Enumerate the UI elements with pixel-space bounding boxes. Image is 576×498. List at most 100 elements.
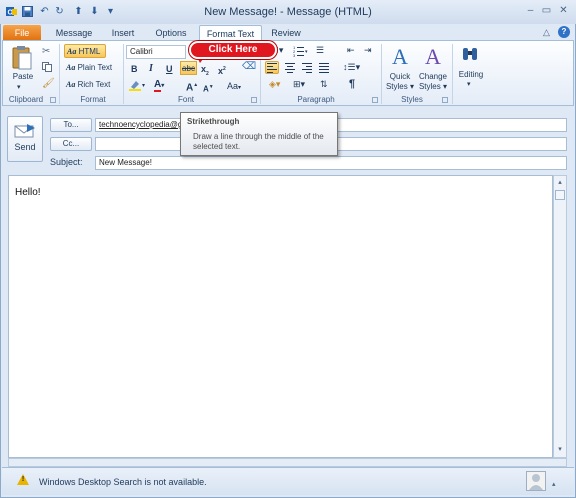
change-styles-label2: Styles xyxy=(418,82,441,91)
cc-button[interactable]: Cc... xyxy=(50,137,92,151)
send-label: Send xyxy=(14,142,36,152)
people-pane-avatar[interactable] xyxy=(526,471,546,491)
message-body[interactable] xyxy=(8,175,553,458)
borders-icon[interactable]: ⊞▾ xyxy=(293,79,311,91)
aa-icon: Aa xyxy=(66,80,76,89)
click-here-callout: Click Here xyxy=(189,41,277,59)
ribbon-minimize-icon[interactable]: △ xyxy=(543,27,553,38)
svg-text:▾: ▾ xyxy=(142,83,145,89)
group-separator xyxy=(452,44,453,104)
close-icon[interactable]: ✕ xyxy=(557,6,570,17)
warning-mark: ! xyxy=(21,476,25,483)
tab-file[interactable]: File xyxy=(3,25,41,41)
copy-icon[interactable] xyxy=(42,62,52,72)
minimize-icon[interactable]: – xyxy=(524,6,537,17)
clipboard-launcher-icon[interactable] xyxy=(50,97,56,103)
status-text: Windows Desktop Search is not available. xyxy=(39,477,207,487)
tab-message[interactable]: Message xyxy=(51,25,97,41)
align-right-icon[interactable] xyxy=(301,62,313,73)
paste-dropdown-icon[interactable]: ▾ xyxy=(17,83,21,91)
format-group-label: Format xyxy=(80,95,106,104)
scroll-down-icon[interactable]: ▾ xyxy=(555,445,565,455)
increase-indent-icon[interactable]: ⇥ xyxy=(364,45,378,57)
group-separator xyxy=(123,44,124,104)
underline-button[interactable]: U xyxy=(166,62,176,76)
tab-review[interactable]: Review xyxy=(267,25,305,41)
grow-font-button[interactable]: A▲ xyxy=(186,78,198,93)
maximize-icon[interactable]: ▭ xyxy=(540,6,553,17)
window-title: New Message! - Message (HTML) xyxy=(204,6,372,18)
tab-insert[interactable]: Insert xyxy=(104,25,142,41)
horizontal-scrollbar[interactable] xyxy=(8,458,567,467)
quick-styles-label: Quick xyxy=(389,72,411,81)
multilevel-list-icon[interactable]: ☰ xyxy=(316,45,330,57)
decrease-indent-icon[interactable]: ⇤ xyxy=(347,45,361,57)
styles-group-label: Styles xyxy=(401,95,423,104)
paste-icon[interactable] xyxy=(12,45,32,71)
subscript-button[interactable]: x2 xyxy=(201,62,211,77)
group-separator xyxy=(59,44,60,104)
show-formatting-button[interactable]: ¶ xyxy=(349,78,359,90)
to-button[interactable]: To... xyxy=(50,118,92,132)
help-icon[interactable]: ? xyxy=(558,26,570,38)
shrink-font-button[interactable]: A▼ xyxy=(203,80,214,94)
justify-icon[interactable] xyxy=(318,62,330,73)
quick-styles-icon[interactable]: A xyxy=(388,44,412,70)
sort-icon[interactable]: ⇅ xyxy=(320,79,332,91)
paragraph-group-label: Paragraph xyxy=(297,95,335,104)
change-styles-icon[interactable]: A xyxy=(420,44,446,70)
clear-formatting-icon[interactable]: ⌫ xyxy=(242,61,256,73)
tab-format-text[interactable]: Format Text xyxy=(199,25,262,41)
superscript-button[interactable]: x2 xyxy=(218,62,228,76)
font-group-label: Font xyxy=(177,95,194,104)
binoculars-icon[interactable] xyxy=(462,46,478,62)
shading-icon[interactable]: ◈▾ xyxy=(269,79,287,91)
tab-options[interactable]: Options xyxy=(150,25,192,41)
plain-text-button[interactable]: Aa Plain Text xyxy=(66,61,122,75)
html-label: HTML xyxy=(78,47,101,56)
numbering-icon[interactable]: 1 2 3 ▾ xyxy=(293,45,309,58)
scroll-up-icon[interactable]: ▴ xyxy=(555,178,565,188)
quick-styles-button[interactable]: Quick Styles ▾ xyxy=(384,72,416,92)
align-center-icon[interactable] xyxy=(284,62,296,73)
send-button[interactable]: Send xyxy=(7,116,43,162)
change-case-button[interactable]: Aa▾ xyxy=(227,79,247,93)
tooltip-body: Draw a line through the middle of the se… xyxy=(193,132,324,151)
format-painter-icon[interactable]: 🖌 xyxy=(42,78,55,89)
bold-button[interactable]: B xyxy=(131,62,141,76)
people-pane-toggle-icon[interactable]: ▴ xyxy=(552,480,556,488)
font-color-button[interactable]: A▾ xyxy=(154,78,172,92)
styles-launcher-icon[interactable] xyxy=(442,97,448,103)
paragraph-launcher-icon[interactable] xyxy=(372,97,378,103)
rich-text-button[interactable]: Aa Rich Text xyxy=(66,78,122,92)
rich-text-label: Rich Text xyxy=(77,80,111,89)
body-text: Hello! xyxy=(15,187,41,198)
editing-button[interactable]: Editing xyxy=(455,70,487,79)
font-launcher-icon[interactable] xyxy=(251,97,257,103)
aa-icon: Aa xyxy=(67,47,77,56)
quick-styles-label2: Styles xyxy=(385,82,408,91)
italic-button[interactable]: I xyxy=(149,62,159,76)
svg-text:▾: ▾ xyxy=(305,49,308,55)
line-spacing-icon[interactable]: ↕☰▾ xyxy=(343,62,361,74)
ruler-toggle-icon[interactable] xyxy=(555,190,565,200)
align-left-icon[interactable] xyxy=(265,61,279,74)
highlight-icon[interactable]: ▾ xyxy=(129,79,147,91)
subject-field[interactable]: New Message! xyxy=(95,156,567,170)
group-separator xyxy=(381,44,382,104)
clipboard-group-label: Clipboard xyxy=(8,95,44,104)
html-format-button[interactable]: Aa HTML xyxy=(64,44,106,58)
cut-icon[interactable]: ✂ xyxy=(42,46,52,57)
strikethrough-tooltip: Strikethrough Draw a line through the mi… xyxy=(180,112,338,156)
strikethrough-button[interactable]: abc xyxy=(180,61,197,75)
change-styles-button[interactable]: Change Styles ▾ xyxy=(416,72,450,92)
vertical-scrollbar[interactable]: ▴ ▾ xyxy=(553,175,567,458)
editing-dropdown-icon[interactable]: ▾ xyxy=(467,80,471,88)
send-icon xyxy=(14,123,36,139)
font-name-combo[interactable]: Calibri xyxy=(126,45,186,59)
to-recipient: technoencyclopedia@gm xyxy=(99,120,189,129)
paste-button[interactable]: Paste xyxy=(10,72,36,81)
aa-icon: Aa xyxy=(66,63,76,72)
change-styles-label: Change xyxy=(418,72,448,81)
bullets-icon[interactable]: ⁝▾ xyxy=(276,45,290,57)
